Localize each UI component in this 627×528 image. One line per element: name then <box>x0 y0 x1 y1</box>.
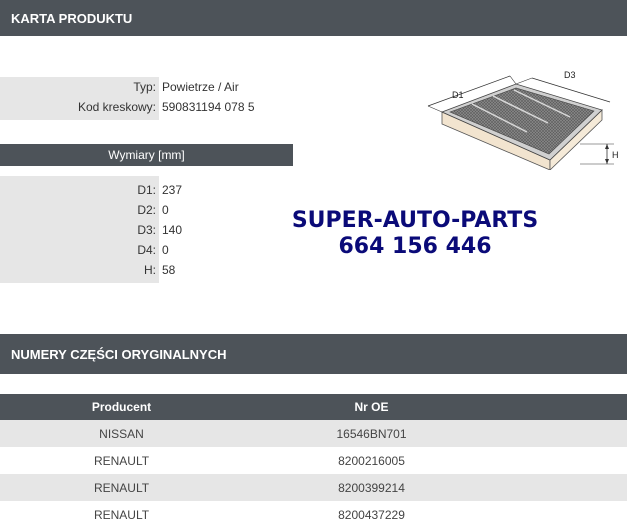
promo-shop-name: SUPER-AUTO-PARTS <box>291 208 539 233</box>
dim-label: D3: <box>0 220 159 240</box>
oe-number-cell: 16546BN701 <box>336 426 407 441</box>
oe-section-header: NUMERY CZĘŚCI ORYGINALNYCH <box>0 334 627 374</box>
table-row: RENAULT 8200216005 <box>0 447 627 474</box>
oe-number-cell: 8200216005 <box>338 453 405 468</box>
dim-label: H: <box>0 260 159 280</box>
dim-row: H: 58 <box>0 260 175 280</box>
oe-table-header: Producent Nr OE <box>0 394 627 420</box>
dim-label: D4: <box>0 240 159 260</box>
dim-value: 0 <box>162 203 169 217</box>
producer-cell: NISSAN <box>99 426 144 441</box>
air-filter-diagram: D1 D3 H <box>427 70 619 170</box>
dim-value: 58 <box>162 263 176 277</box>
d1-label: D1 <box>452 90 464 100</box>
table-row: NISSAN 16546BN701 <box>0 420 627 447</box>
info-block-bottom <box>0 117 159 120</box>
column-header-producer: Producent <box>91 400 152 414</box>
promo-phone: 664 156 446 <box>338 234 492 259</box>
dim-row: D2: 0 <box>0 200 169 220</box>
dim-value: 237 <box>162 183 183 197</box>
producer-cell: RENAULT <box>93 507 150 522</box>
table-row: RENAULT 8200399214 <box>0 474 627 501</box>
oe-number-cell: 8200437229 <box>338 507 405 522</box>
dim-value: 140 <box>162 223 183 237</box>
oe-section-title: NUMERY CZĘŚCI ORYGINALNYCH <box>11 346 227 362</box>
table-row: RENAULT 8200437229 <box>0 501 627 528</box>
dim-label: D2: <box>0 200 159 220</box>
dim-value: 0 <box>162 243 169 257</box>
h-label: H <box>612 150 619 160</box>
column-header-oe-number: Nr OE <box>354 400 389 414</box>
dim-row: D1: 237 <box>0 180 182 200</box>
dims-block-bottom <box>0 280 159 283</box>
type-value: Powietrze / Air <box>162 80 239 94</box>
d3-label: D3 <box>564 70 576 80</box>
dimensions-header: Wymiary [mm] <box>0 144 293 166</box>
producer-cell: RENAULT <box>93 480 150 495</box>
oe-number-cell: 8200399214 <box>338 480 405 495</box>
product-card-header: KARTA PRODUKTU <box>0 0 627 36</box>
promo-text: SUPER-AUTO-PARTS 664 156 446 <box>290 208 540 260</box>
dim-label: D1: <box>0 180 159 200</box>
type-row: Typ: Powietrze / Air <box>0 77 239 97</box>
producer-cell: RENAULT <box>93 453 150 468</box>
dim-row: D4: 0 <box>0 240 169 260</box>
barcode-row: Kod kreskowy: 590831194 078 5 <box>0 97 255 117</box>
dimensions-title: Wymiary [mm] <box>108 148 185 162</box>
barcode-value: 590831194 078 5 <box>162 100 255 114</box>
barcode-label: Kod kreskowy: <box>0 97 159 117</box>
product-card-title: KARTA PRODUKTU <box>11 10 133 26</box>
type-label: Typ: <box>0 77 159 97</box>
dim-row: D3: 140 <box>0 220 182 240</box>
